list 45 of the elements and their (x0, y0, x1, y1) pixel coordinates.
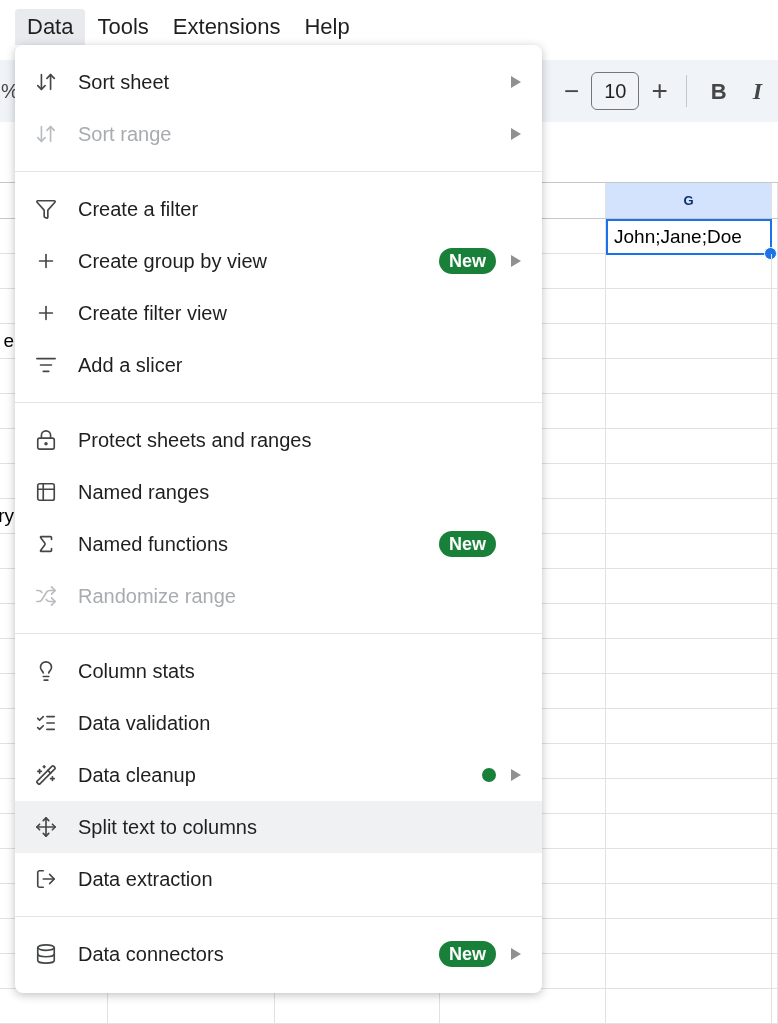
submenu-arrow-icon (510, 127, 522, 141)
menu-item[interactable]: Data cleanup (15, 749, 542, 801)
selected-cell[interactable]: John;Jane;Doe (606, 219, 772, 255)
table-cell-text: ry (0, 503, 15, 528)
move-arrows-icon (35, 816, 57, 838)
italic-button[interactable]: I (744, 73, 770, 109)
menu-item[interactable]: Data validation (15, 697, 542, 749)
menu-item[interactable]: Column stats (15, 645, 542, 697)
menu-bar-item[interactable]: Tools (85, 8, 161, 45)
database-icon (35, 943, 57, 965)
menu-item[interactable]: Split text to columns (15, 801, 542, 853)
sort-icon (35, 71, 57, 93)
menu-item[interactable]: Create group by view New (15, 235, 542, 287)
sort-icon (35, 123, 57, 145)
decrease-font-button[interactable]: − (563, 71, 580, 111)
magic-wand-icon (35, 764, 57, 786)
menu-item[interactable]: Create filter view (15, 287, 542, 339)
lock-icon (35, 429, 57, 451)
menu-item[interactable]: Data connectors New (15, 928, 542, 980)
menu-item[interactable]: Add a slicer (15, 339, 542, 391)
fill-handle[interactable] (764, 247, 777, 260)
submenu-arrow-icon (510, 75, 522, 89)
menu-item[interactable]: Create a filter (15, 183, 542, 235)
submenu-arrow-icon (510, 947, 522, 961)
table-cell-text: e (3, 328, 15, 353)
submenu-arrow-icon (510, 254, 522, 268)
bold-button[interactable]: B (704, 74, 733, 108)
menu-item[interactable]: Sort sheet (15, 56, 542, 108)
menu-bar-item[interactable]: Help (292, 8, 362, 45)
filter-icon (35, 198, 57, 220)
menu-item[interactable]: Protect sheets and ranges (15, 414, 542, 466)
font-size-field[interactable]: 10 (591, 72, 640, 110)
new-badge: New (439, 941, 496, 967)
menu-bar-item[interactable]: Extensions (160, 8, 293, 45)
menu-item[interactable]: Named ranges (15, 466, 542, 518)
menu-item[interactable]: Named functions New (15, 518, 542, 570)
increase-font-button[interactable]: + (651, 70, 668, 112)
menu-item[interactable]: Data extraction (15, 853, 542, 905)
shuffle-icon (35, 585, 57, 607)
column-header[interactable]: G (683, 190, 694, 211)
new-badge: New (439, 248, 496, 274)
menu-bar-item[interactable]: Data (15, 8, 86, 45)
new-badge: New (439, 531, 496, 557)
table-icon (35, 481, 57, 503)
submenu-arrow-icon (510, 768, 522, 782)
